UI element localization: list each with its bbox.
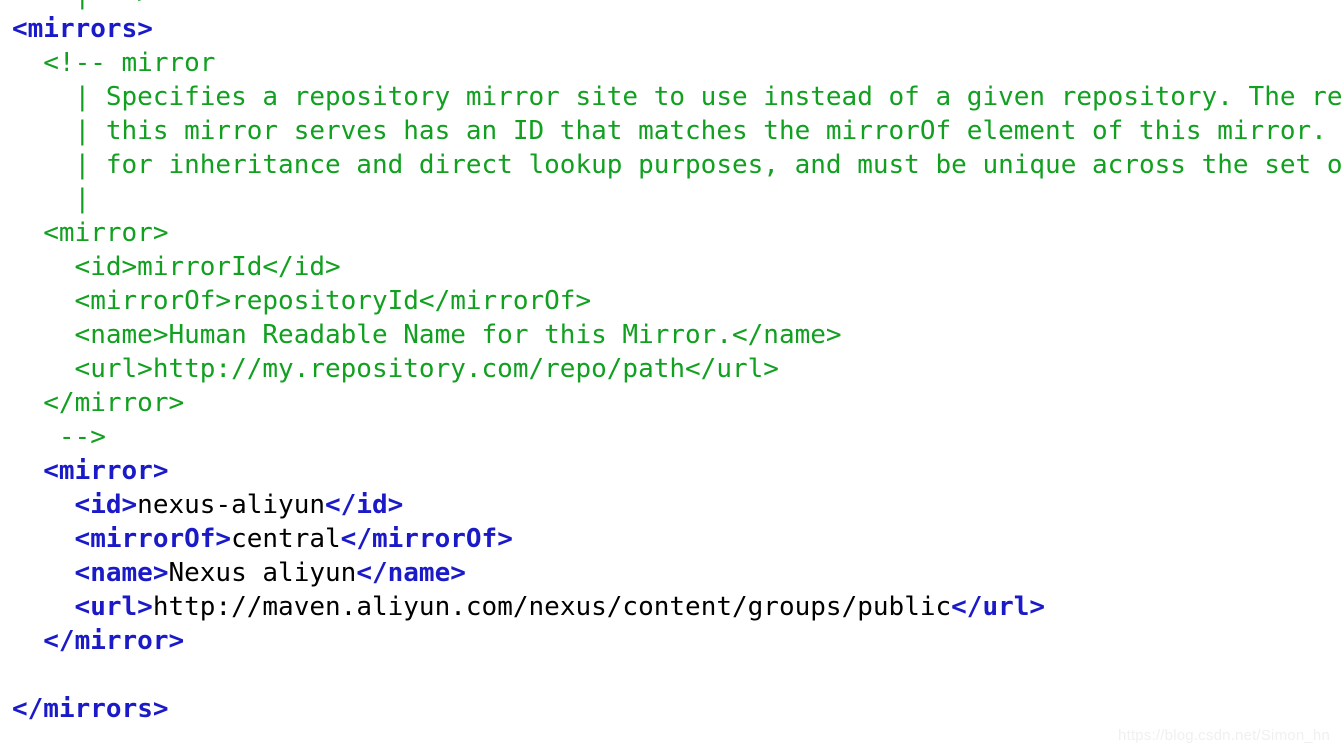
- code-line: </mirror>: [0, 386, 1344, 420]
- code-line: | this mirror serves has an ID that matc…: [0, 114, 1344, 148]
- code-token-tag: </mirrorOf>: [340, 524, 513, 554]
- code-token-comment: <mirror>: [43, 218, 169, 248]
- code-line: <name>Human Readable Name for this Mirro…: [0, 318, 1344, 352]
- code-token-comment: | -->: [75, 0, 153, 10]
- code-line: <mirror>: [0, 216, 1344, 250]
- code-token-tag: <id>: [74, 490, 138, 520]
- code-token-comment: <name>Human Readable Name for this Mirro…: [74, 320, 842, 350]
- code-line: <mirrorOf>repositoryId</mirrorOf>: [0, 284, 1344, 318]
- code-token-tag: </id>: [325, 490, 404, 520]
- code-line-list: | --> <mirrors> <!-- mirror | Specifies a r…: [0, 0, 1344, 726]
- code-line: <id>nexus-aliyun</id>: [0, 488, 1344, 522]
- code-token-comment: <mirrorOf>repositoryId</mirrorOf>: [74, 286, 592, 316]
- code-line: |: [0, 182, 1344, 216]
- code-line: <url>http://maven.aliyun.com/nexus/conte…: [0, 590, 1344, 624]
- code-line: <mirrors>: [0, 12, 1344, 46]
- code-token-tag: <mirrorOf>: [74, 524, 232, 554]
- code-line: <name>Nexus aliyun</name>: [0, 556, 1344, 590]
- code-token-tag: </mirror>: [43, 626, 185, 656]
- code-token-comment: | for inheritance and direct lookup purp…: [74, 150, 1344, 180]
- code-token-comment: </mirror>: [43, 388, 185, 418]
- code-line: <!-- mirror: [0, 46, 1344, 80]
- code-token-comment: <url>http://my.repository.com/repo/path<…: [74, 354, 779, 384]
- code-line: | -->: [0, 0, 1344, 12]
- code-token-text: central: [231, 524, 341, 554]
- code-line: <mirror>: [0, 454, 1344, 488]
- code-token-text: Nexus aliyun: [168, 558, 357, 588]
- code-token-tag: </name>: [356, 558, 466, 588]
- code-token-tag: <url>: [74, 592, 153, 622]
- code-token-comment: -->: [58, 422, 106, 452]
- code-token-tag: <mirrors>: [12, 14, 153, 44]
- code-line: <mirrorOf>central</mirrorOf>: [0, 522, 1344, 556]
- code-token-tag: </url>: [951, 592, 1046, 622]
- code-token-tag: <name>: [74, 558, 169, 588]
- code-token-comment: <id>mirrorId</id>: [74, 252, 341, 282]
- code-token-text: nexus-aliyun: [137, 490, 326, 520]
- code-token-comment: | this mirror serves has an ID that matc…: [74, 116, 1344, 146]
- code-line: | Specifies a repository mirror site to …: [0, 80, 1344, 114]
- code-token-comment: | Specifies a repository mirror site to …: [74, 82, 1344, 112]
- code-viewer[interactable]: | --> <mirrors> <!-- mirror | Specifies a r…: [0, 0, 1344, 750]
- code-token-text: http://maven.aliyun.com/nexus/content/gr…: [152, 592, 952, 622]
- code-line: -->: [0, 420, 1344, 454]
- code-line: <url>http://my.repository.com/repo/path<…: [0, 352, 1344, 386]
- code-line: | for inheritance and direct lookup purp…: [0, 148, 1344, 182]
- code-line: <id>mirrorId</id>: [0, 250, 1344, 284]
- code-token-comment: <!-- mirror: [43, 48, 216, 78]
- code-line: </mirrors>: [0, 692, 1344, 726]
- code-token-tag: </mirrors>: [12, 694, 169, 724]
- code-token-tag: <mirror>: [43, 456, 169, 486]
- code-line: </mirror>: [0, 624, 1344, 658]
- code-token-comment: |: [74, 184, 91, 214]
- watermark: https://blog.csdn.net/Simon_hn: [1118, 727, 1330, 744]
